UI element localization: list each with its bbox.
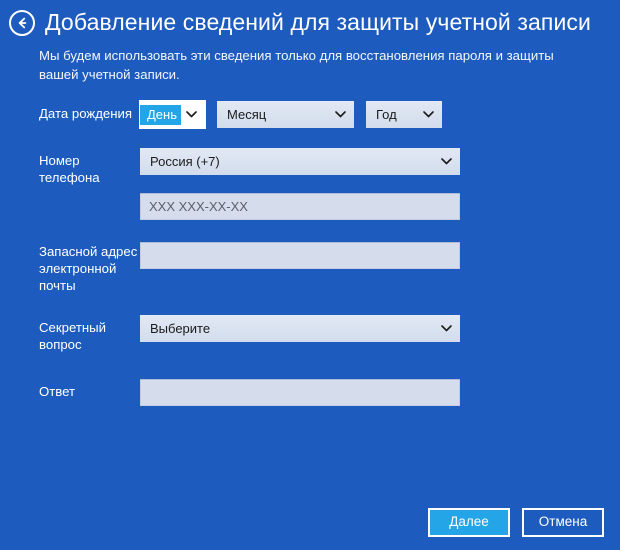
label-birthdate: Дата рождения (0, 101, 140, 122)
chevron-down-icon (418, 111, 442, 118)
label-email-line2: электронной почты (39, 260, 140, 294)
dialog-footer: Далее Отмена (0, 494, 620, 550)
email-input[interactable] (140, 242, 460, 269)
phone-country-value: Россия (+7) (140, 154, 436, 169)
birthdate-month-select[interactable]: Месяц (217, 101, 354, 128)
label-secret-question: Секретный вопрос (0, 315, 140, 353)
birthdate-day-value-wrap: День (140, 105, 181, 125)
answer-input[interactable] (140, 379, 460, 406)
intro-description: Мы будем использовать эти сведения тольк… (39, 46, 584, 84)
label-email: Запасной адрес электронной почты (0, 242, 140, 294)
row-answer: Ответ (0, 379, 620, 406)
chevron-down-icon (436, 325, 460, 332)
label-answer: Ответ (0, 379, 140, 400)
birthdate-fields: День Месяц Год (140, 101, 620, 128)
label-email-line1: Запасной адрес (39, 243, 140, 260)
page-title: Добавление сведений для защиты учетной з… (45, 10, 591, 35)
secret-question-fields: Выберите (140, 315, 620, 342)
phone-number-input[interactable] (140, 193, 460, 220)
cancel-button[interactable]: Отмена (522, 508, 604, 537)
row-phone: Номер телефона Россия (+7) (0, 148, 620, 220)
row-birthdate: Дата рождения День Месяц Год (0, 101, 620, 128)
next-button[interactable]: Далее (428, 508, 510, 537)
chevron-down-icon (181, 111, 205, 118)
back-arrow-circle-icon[interactable] (9, 10, 35, 36)
row-secret-question: Секретный вопрос Выберите (0, 315, 620, 353)
phone-fields: Россия (+7) (140, 148, 620, 220)
birthdate-year-select[interactable]: Год (366, 101, 442, 128)
email-fields (140, 242, 620, 269)
birthdate-month-value: Месяц (217, 107, 330, 122)
secret-question-select[interactable]: Выберите (140, 315, 460, 342)
phone-country-select[interactable]: Россия (+7) (140, 148, 460, 175)
secret-question-value: Выберите (140, 321, 436, 336)
birthdate-day-value: День (140, 105, 181, 125)
birthdate-year-value: Год (366, 107, 418, 122)
chevron-down-icon (330, 111, 354, 118)
security-info-form: Дата рождения День Месяц Год (0, 101, 620, 406)
answer-fields (140, 379, 620, 406)
page-header: Добавление сведений для защиты учетной з… (0, 0, 620, 40)
row-email: Запасной адрес электронной почты (0, 242, 620, 294)
label-phone: Номер телефона (0, 148, 140, 186)
chevron-down-icon (436, 158, 460, 165)
birthdate-day-select[interactable]: День (140, 101, 205, 128)
